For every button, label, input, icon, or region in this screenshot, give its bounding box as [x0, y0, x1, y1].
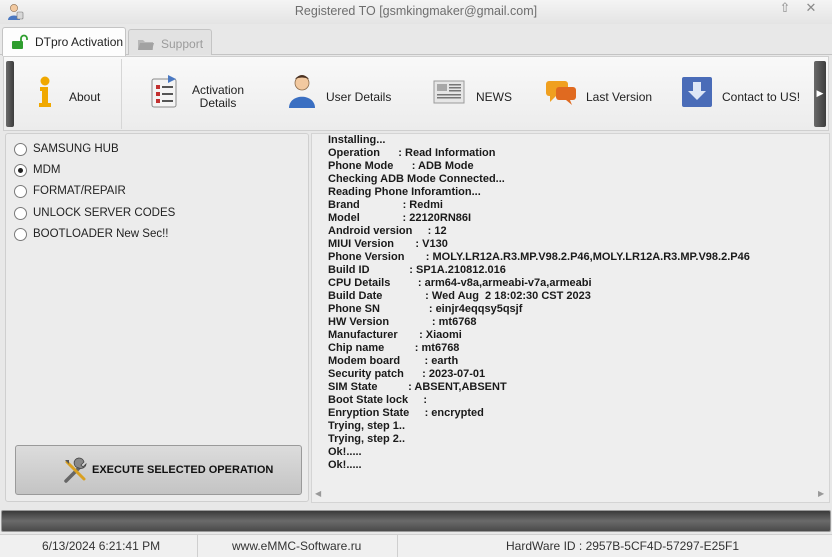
toolbar-scroll-right[interactable]: ▶ [814, 61, 826, 127]
chat-bubbles-icon [546, 81, 576, 105]
minimize-button[interactable]: ⇧ [775, 1, 795, 18]
tab-dtpro-activation[interactable]: DTpro Activation [2, 27, 126, 56]
option-label: BOOTLOADER New Sec!! [33, 228, 169, 240]
log-line: HW Version : mt6768 [328, 316, 477, 328]
tab-label: Support [161, 37, 204, 51]
log-line: Phone Mode : ADB Mode [328, 160, 474, 172]
toolbar-user-details[interactable]: User Details [286, 65, 396, 125]
radio-button[interactable] [14, 143, 27, 156]
tools-icon [64, 457, 87, 483]
log-line: Manufacturer : Xiaomi [328, 329, 462, 341]
log-line: Build Date : Wed Aug 2 18:02:30 CST 2023 [328, 290, 591, 302]
user-icon [289, 75, 315, 108]
status-divider [197, 535, 198, 557]
execute-button-label: EXECUTE SELECTED OPERATION [92, 464, 274, 476]
log-line: Modem board : earth [328, 355, 459, 367]
log-line: Ok!..... [328, 446, 362, 458]
last-version-label: Last Version [586, 90, 653, 104]
activation-details-label: Activation Details [191, 83, 245, 110]
toolbar-about[interactable]: About [32, 65, 112, 125]
log-line: Phone Version : MOLY.LR12A.R3.MP.V98.2.P… [328, 251, 750, 263]
status-hardware-id: HardWare ID : 2957B-5CF4D-57297-E25F1 [506, 539, 739, 553]
option-label: SAMSUNG HUB [33, 143, 119, 155]
log-line: Installing... [328, 134, 386, 146]
log-line: Trying, step 2.. [328, 433, 406, 445]
log-panel: Installing... Operation : Read Informatio… [311, 133, 830, 503]
radio-button[interactable] [14, 207, 27, 220]
log-line: Phone SN : einjr4eqqsy5qsjf [328, 303, 523, 315]
status-bar: 6/13/2024 6:21:41 PM www.eMMC-Software.r… [0, 534, 832, 557]
folder-icon [138, 40, 154, 50]
status-divider [397, 535, 398, 557]
log-line: Reading Phone Inforamtion... [328, 186, 481, 198]
toolbar-scroll-left[interactable] [6, 61, 14, 127]
toolbar-news[interactable]: NEWS [432, 65, 522, 125]
info-icon [39, 76, 51, 107]
log-line: MIUI Version : V130 [328, 238, 448, 250]
toolbar-activation-details[interactable]: Activation Details [148, 65, 258, 125]
news-label: NEWS [476, 90, 512, 104]
option-label: MDM [33, 164, 61, 176]
status-datetime: 6/13/2024 6:21:41 PM [42, 539, 161, 553]
unlock-icon [12, 34, 28, 49]
tab-strip: DTpro Activation Support [0, 24, 832, 56]
scroll-left-arrow-icon[interactable]: ◀ [315, 489, 321, 498]
execute-button[interactable]: EXECUTE SELECTED OPERATION [15, 445, 302, 495]
log-line: Model : 22120RN86I [328, 212, 472, 224]
option-label: FORMAT/REPAIR [33, 185, 126, 197]
toolbar: About Activation Details User Details NE… [3, 56, 829, 131]
option-label: UNLOCK SERVER CODES [33, 207, 176, 219]
log-line: Ok!..... [328, 459, 362, 471]
log-line: CPU Details : arm64-v8a,armeabi-v7a,arme… [328, 277, 592, 289]
user-details-label: User Details [326, 90, 392, 104]
scroll-right-arrow-icon[interactable]: ▶ [818, 489, 824, 498]
log-line: Boot State lock : [328, 394, 428, 406]
toolbar-contact[interactable]: Contact to US! [680, 65, 810, 125]
log-line: Build ID : SP1A.210812.016 [328, 264, 506, 276]
log-line: Trying, step 1.. [328, 420, 406, 432]
log-line: Security patch : 2023-07-01 [328, 368, 486, 380]
radio-button[interactable] [14, 228, 27, 241]
log-horizontal-scrollbar[interactable]: ◀ ▶ [312, 488, 829, 502]
checklist-icon [151, 75, 177, 108]
window-title: Registered TO [gsmkingmaker@gmail.com] [294, 4, 538, 18]
log-line: SIM State : ABSENT,ABSENT [328, 381, 507, 393]
log-line: Brand : Redmi [328, 199, 443, 211]
radio-button-checked[interactable] [14, 164, 27, 177]
tab-label: DTpro Activation [35, 35, 124, 49]
download-box-icon [682, 77, 712, 107]
operations-panel: SAMSUNG HUB MDM FORMAT/REPAIR UNLOCK SER… [5, 133, 309, 502]
log-line: Operation : Read Information [328, 147, 496, 159]
close-button[interactable]: ✕ [801, 1, 821, 18]
log-output: Installing... Operation : Read Informatio… [328, 134, 828, 484]
log-line: Enryption State : encrypted [328, 407, 484, 419]
radio-button[interactable] [14, 185, 27, 198]
tab-support[interactable]: Support [128, 29, 212, 55]
log-line: Chip name : mt6768 [328, 342, 460, 354]
status-website: www.eMMC-Software.ru [232, 539, 362, 553]
about-label: About [69, 90, 101, 104]
log-line: Android version : 12 [328, 225, 447, 237]
title-bar: Registered TO [gsmkingmaker@gmail.com] ⇧… [0, 0, 832, 24]
newspaper-icon [433, 80, 465, 104]
progress-bar [1, 510, 831, 532]
contact-label: Contact to US! [722, 90, 801, 104]
toolbar-separator [121, 59, 122, 129]
log-line: Checking ADB Mode Connected... [328, 173, 505, 185]
toolbar-last-version[interactable]: Last Version [544, 65, 654, 125]
